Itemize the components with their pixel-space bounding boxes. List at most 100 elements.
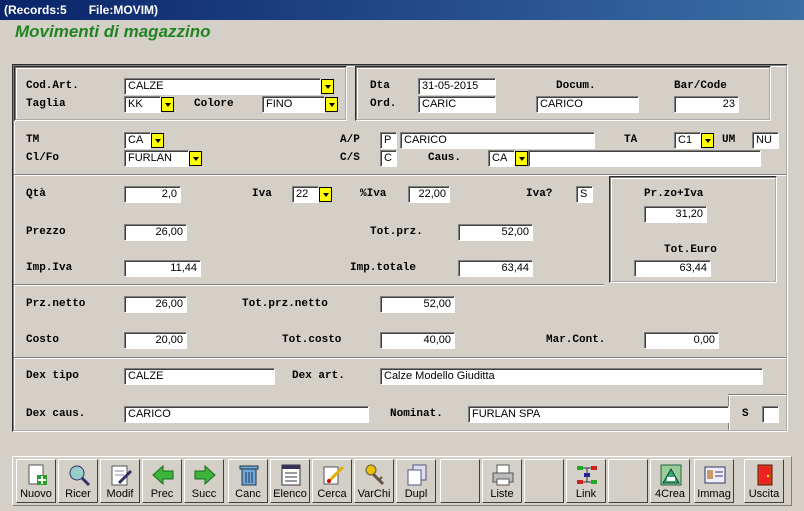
dex-caus-field[interactable]: CARICO bbox=[124, 406, 369, 423]
mar-cont-field[interactable]: 0,00 bbox=[644, 332, 719, 349]
file-name: File:MOVIM) bbox=[88, 3, 159, 17]
printer-icon bbox=[492, 464, 514, 486]
nominat-field[interactable]: FURLAN SPA bbox=[468, 406, 729, 423]
search-icon bbox=[69, 465, 91, 487]
succ-label: Succ bbox=[191, 488, 217, 500]
qta-field[interactable]: 2,0 bbox=[124, 186, 181, 203]
tm-field[interactable]: CA bbox=[124, 132, 151, 149]
tot-costo-label: Tot.costo bbox=[282, 334, 342, 346]
records-count: (Records:5 bbox=[4, 3, 67, 17]
colore-dropdown-button[interactable] bbox=[325, 97, 338, 112]
ta-dropdown-button[interactable] bbox=[701, 133, 714, 148]
dex-art-field[interactable]: Calze Modello Giuditta bbox=[380, 368, 763, 385]
uscita-button[interactable]: Uscita bbox=[744, 459, 784, 503]
uscita-label: Uscita bbox=[748, 488, 780, 500]
colore-field[interactable]: FINO bbox=[262, 96, 325, 113]
tot-prz-label: Tot.prz. bbox=[370, 226, 423, 238]
ta-field[interactable]: C1 bbox=[674, 132, 701, 149]
prezzo-field[interactable]: 26,00 bbox=[124, 224, 187, 241]
iva-flag-field[interactable]: S bbox=[576, 186, 593, 203]
percent-iva-field[interactable]: 22,00 bbox=[408, 186, 450, 203]
imp-totale-field[interactable]: 63,44 bbox=[458, 260, 533, 277]
iva-label: Iva bbox=[252, 188, 272, 200]
um-field[interactable]: NU bbox=[752, 132, 779, 149]
costo-label: Costo bbox=[26, 334, 60, 346]
taglia-field[interactable]: KK bbox=[124, 96, 161, 113]
caus-field[interactable]: CA bbox=[488, 150, 515, 167]
price-with-iva-field[interactable]: 31,20 bbox=[644, 206, 707, 223]
nuovo-label: Nuovo bbox=[20, 488, 52, 500]
docum-label: Docum. bbox=[556, 80, 596, 92]
immag-button[interactable]: Immag bbox=[694, 459, 734, 503]
tm-dropdown-button[interactable] bbox=[151, 133, 164, 148]
4crea-label: 4Crea bbox=[655, 488, 685, 500]
cs-field[interactable]: C bbox=[380, 150, 397, 167]
tm-label: TM bbox=[26, 134, 40, 146]
link-button[interactable]: Link bbox=[566, 459, 606, 503]
costo-field[interactable]: 20,00 bbox=[124, 332, 187, 349]
barcode-field[interactable]: 23 bbox=[674, 96, 739, 113]
dupl-label: Dupl bbox=[404, 488, 428, 500]
dex-tipo-label: Dex tipo bbox=[26, 370, 79, 382]
percent-iva-label: %Iva bbox=[360, 188, 387, 200]
caus-description-field[interactable] bbox=[528, 150, 761, 167]
cerca-button[interactable]: Cerca bbox=[312, 459, 352, 503]
varchi-label: VarChi bbox=[357, 488, 391, 500]
modif-label: Modif bbox=[106, 488, 134, 500]
ord-label: Ord. bbox=[370, 98, 397, 110]
prec-button[interactable]: Prec bbox=[142, 459, 182, 503]
taglia-dropdown-button[interactable] bbox=[161, 97, 174, 112]
create-icon bbox=[660, 464, 682, 486]
4crea-button[interactable]: 4Crea bbox=[650, 459, 690, 503]
cod-art-field[interactable]: CALZE bbox=[124, 78, 321, 95]
iva-field[interactable]: 22 bbox=[292, 186, 319, 203]
link-icon bbox=[577, 466, 597, 484]
tot-euro-field[interactable]: 63,44 bbox=[634, 260, 711, 277]
s-field[interactable] bbox=[762, 406, 779, 423]
modif-button[interactable]: Modif bbox=[100, 459, 140, 503]
prz-netto-label: Prz.netto bbox=[26, 298, 86, 310]
ap-field[interactable]: P bbox=[380, 132, 397, 149]
page-title: Movimenti di magazzino bbox=[15, 22, 211, 41]
iva-dropdown-button[interactable] bbox=[319, 187, 332, 202]
dex-tipo-field[interactable]: CALZE bbox=[124, 368, 275, 385]
tot-costo-field[interactable]: 40,00 bbox=[380, 332, 455, 349]
arrow-left-icon bbox=[152, 464, 174, 486]
varchi-button[interactable]: VarChi bbox=[354, 459, 394, 503]
toolbar-empty-slot[interactable] bbox=[440, 459, 480, 503]
docum-field[interactable]: CARICO bbox=[536, 96, 639, 113]
clfo-dropdown-button[interactable] bbox=[189, 151, 202, 166]
cod-art-label: Cod.Art. bbox=[26, 80, 79, 92]
elenco-button[interactable]: Elenco bbox=[270, 459, 310, 503]
succ-button[interactable]: Succ bbox=[184, 459, 224, 503]
dta-label: Dta bbox=[370, 80, 390, 92]
tot-prz-netto-field[interactable]: 52,00 bbox=[380, 296, 455, 313]
dupl-button[interactable]: Dupl bbox=[396, 459, 436, 503]
qta-label: Qtà bbox=[26, 188, 46, 200]
liste-label: Liste bbox=[490, 488, 514, 500]
ord-field[interactable]: CARIC bbox=[418, 96, 496, 113]
divider bbox=[14, 284, 604, 285]
tot-prz-field[interactable]: 52,00 bbox=[458, 224, 533, 241]
imp-iva-field[interactable]: 11,44 bbox=[124, 260, 201, 277]
keys-icon bbox=[365, 464, 385, 486]
divider bbox=[14, 357, 786, 358]
caus-dropdown-button[interactable] bbox=[515, 151, 528, 166]
barcode-label: Bar/Code bbox=[674, 80, 727, 92]
nuovo-button[interactable]: Nuovo bbox=[16, 459, 56, 503]
toolbar-empty-slot[interactable] bbox=[524, 459, 564, 503]
toolbar-empty-slot[interactable] bbox=[608, 459, 648, 503]
ricer-button[interactable]: Ricer bbox=[58, 459, 98, 503]
liste-button[interactable]: Liste bbox=[482, 459, 522, 503]
ap-description-field[interactable]: CARICO bbox=[400, 132, 595, 149]
find-icon bbox=[323, 465, 345, 485]
dex-art-label: Dex art. bbox=[292, 370, 345, 382]
clfo-field[interactable]: FURLAN bbox=[124, 150, 189, 167]
cerca-label: Cerca bbox=[317, 488, 347, 500]
dex-caus-label: Dex caus. bbox=[26, 408, 86, 420]
dta-field[interactable]: 31-05-2015 bbox=[418, 78, 496, 95]
prz-netto-field[interactable]: 26,00 bbox=[124, 296, 187, 313]
canc-button[interactable]: Canc bbox=[228, 459, 268, 503]
divider bbox=[728, 394, 786, 395]
cod-art-dropdown-button[interactable] bbox=[321, 79, 334, 94]
